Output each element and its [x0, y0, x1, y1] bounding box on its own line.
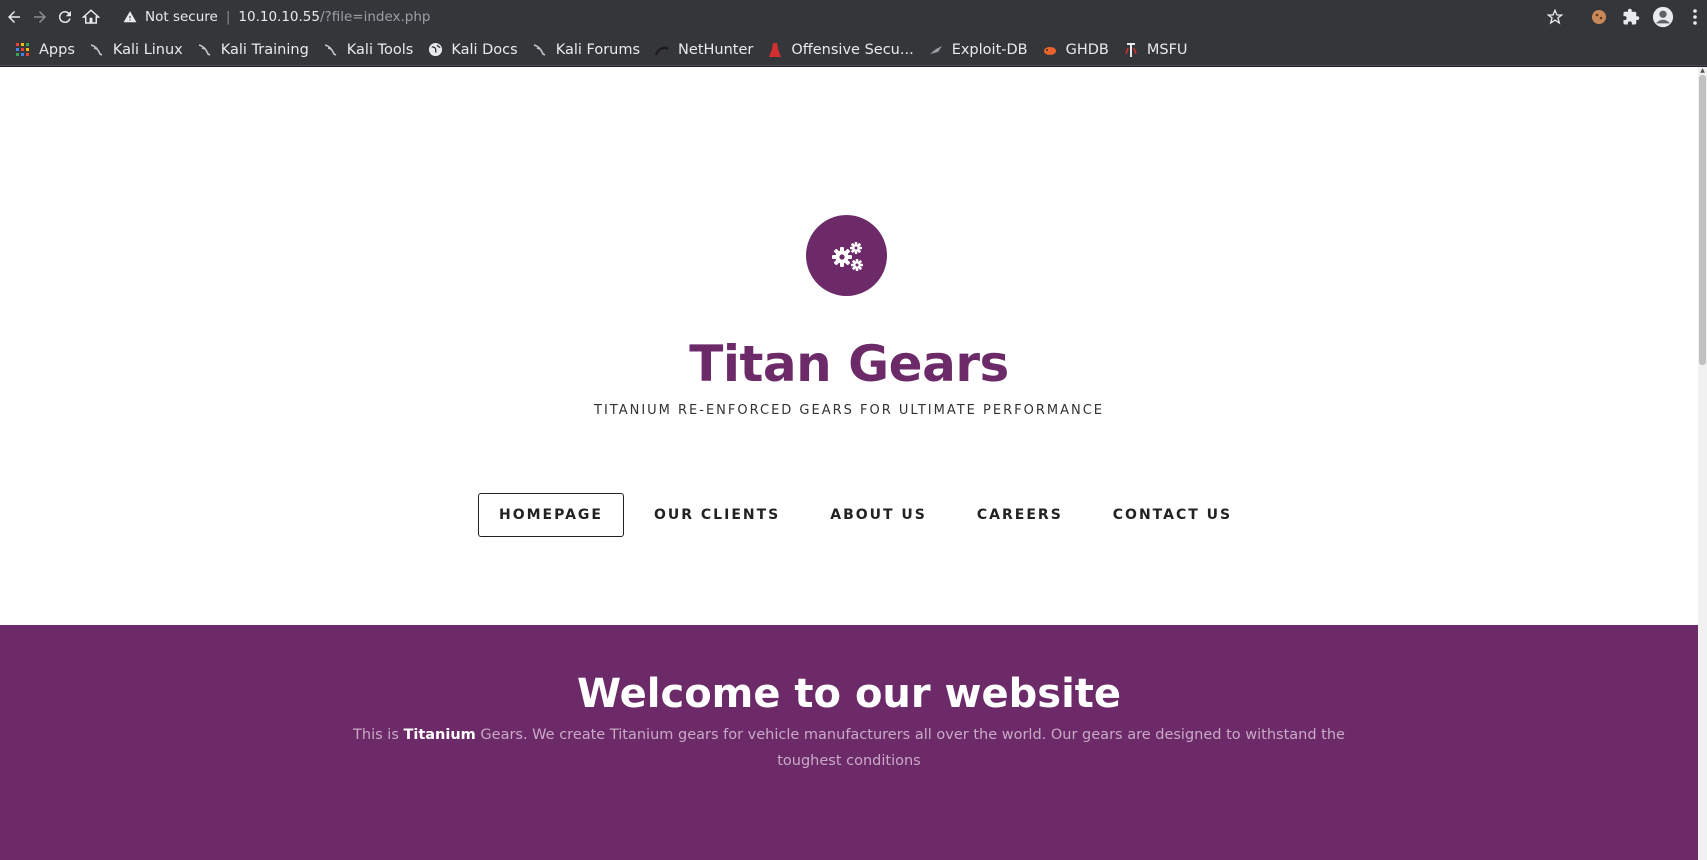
msfu-icon	[1123, 42, 1139, 58]
scrollbar-thumb[interactable]	[1699, 75, 1706, 365]
site-logo[interactable]	[806, 215, 887, 296]
kali-dragon-icon	[532, 42, 548, 58]
url-path: /?file=index.php	[319, 9, 431, 25]
kali-dragon-icon	[89, 42, 105, 58]
welcome-text: This is Titanium Gears. We create Titani…	[340, 722, 1358, 774]
site-title: Titan Gears	[689, 335, 1009, 393]
menu-item-our-clients[interactable]: OUR CLIENTS	[634, 493, 800, 537]
menu-item-about-us[interactable]: ABOUT US	[810, 493, 947, 537]
bookmark-label: GHDB	[1065, 41, 1109, 58]
bookmark-label: Kali Forums	[555, 41, 641, 58]
bookmark-label: Exploit-DB	[951, 41, 1028, 58]
address-bar[interactable]: Not secure | 10.10.10.55/?file=index.php	[113, 3, 1573, 31]
omnibox-separator: |	[225, 9, 231, 25]
bookmark-apps[interactable]: Apps	[8, 37, 82, 63]
bookmark-kali-linux[interactable]: Kali Linux	[82, 37, 190, 63]
bookmark-ghdb[interactable]: GHDB	[1035, 37, 1116, 63]
bookmark-exploit-db[interactable]: Exploit-DB	[921, 37, 1035, 63]
reload-button[interactable]	[54, 2, 78, 32]
welcome-text-bold: Titanium	[403, 727, 476, 743]
forward-button[interactable]	[28, 2, 52, 32]
bookmark-offensive-security[interactable]: Offensive Secu...	[760, 37, 920, 63]
bookmark-nethunter[interactable]: NetHunter	[647, 37, 760, 63]
cookie-extension-icon[interactable]	[1587, 5, 1611, 29]
bookmark-msfu[interactable]: MSFU	[1116, 37, 1195, 63]
bookmark-label: MSFU	[1146, 41, 1188, 58]
extensions-puzzle-icon[interactable]	[1619, 5, 1643, 29]
bookmark-label: NetHunter	[678, 41, 754, 58]
bookmark-kali-docs[interactable]: Kali Docs	[420, 37, 524, 63]
menu-item-homepage[interactable]: HOMEPAGE	[478, 493, 624, 537]
nethunter-icon	[654, 42, 670, 58]
offsec-icon	[767, 42, 783, 58]
home-button[interactable]	[79, 2, 103, 32]
back-button[interactable]	[2, 2, 26, 32]
bookmark-kali-training[interactable]: Kali Training	[190, 37, 316, 63]
kali-dragon-icon	[323, 42, 339, 58]
reload-icon	[59, 11, 72, 24]
back-arrow-icon	[7, 11, 20, 23]
warning-icon	[121, 10, 139, 24]
bookmark-label: Kali Tools	[346, 41, 414, 58]
welcome-text-after: Gears. We create Titanium gears for vehi…	[475, 727, 1345, 769]
bookmark-label: Kali Training	[220, 41, 309, 58]
globe-icon	[427, 42, 443, 58]
welcome-text-before: This is	[353, 727, 404, 743]
scroll-up-icon[interactable]: ▲	[1698, 67, 1707, 75]
profile-avatar-icon[interactable]	[1651, 5, 1675, 29]
bookmark-kali-tools[interactable]: Kali Tools	[316, 37, 421, 63]
menu-item-contact-us[interactable]: CONTACT US	[1093, 493, 1252, 537]
browser-menu-icon[interactable]	[1683, 5, 1707, 29]
bookmark-kali-forums[interactable]: Kali Forums	[525, 37, 647, 63]
menu-item-careers[interactable]: CAREERS	[957, 493, 1083, 537]
browser-toolbar: Not secure | 10.10.10.55/?file=index.php	[0, 0, 1707, 34]
site-tagline: TITANIUM RE-ENFORCED GEARS FOR ULTIMATE …	[594, 403, 1104, 418]
bookmark-label: Offensive Secu...	[791, 41, 914, 58]
exploitdb-icon	[928, 42, 944, 58]
bookmarks-bar: Apps Kali Linux Kali Training Kali Tools…	[0, 34, 1707, 66]
ghdb-icon	[1042, 42, 1058, 58]
bookmark-label: Apps	[39, 41, 75, 58]
apps-grid-icon	[15, 42, 31, 58]
gears-icon	[831, 241, 863, 271]
bookmark-star-icon[interactable]	[1543, 9, 1567, 25]
kali-dragon-icon	[197, 42, 213, 58]
page-scrollbar[interactable]: ▲	[1698, 67, 1707, 860]
bookmark-label: Kali Docs	[451, 41, 518, 58]
forward-arrow-icon	[33, 11, 46, 23]
url-host: 10.10.10.55	[238, 9, 320, 25]
security-label[interactable]: Not secure	[145, 9, 218, 25]
bookmark-label: Kali Linux	[112, 41, 183, 58]
home-icon	[82, 9, 101, 24]
welcome-title: Welcome to our website	[576, 671, 1122, 717]
main-menu: HOMEPAGE OUR CLIENTS ABOUT US CAREERS CO…	[478, 493, 1262, 537]
